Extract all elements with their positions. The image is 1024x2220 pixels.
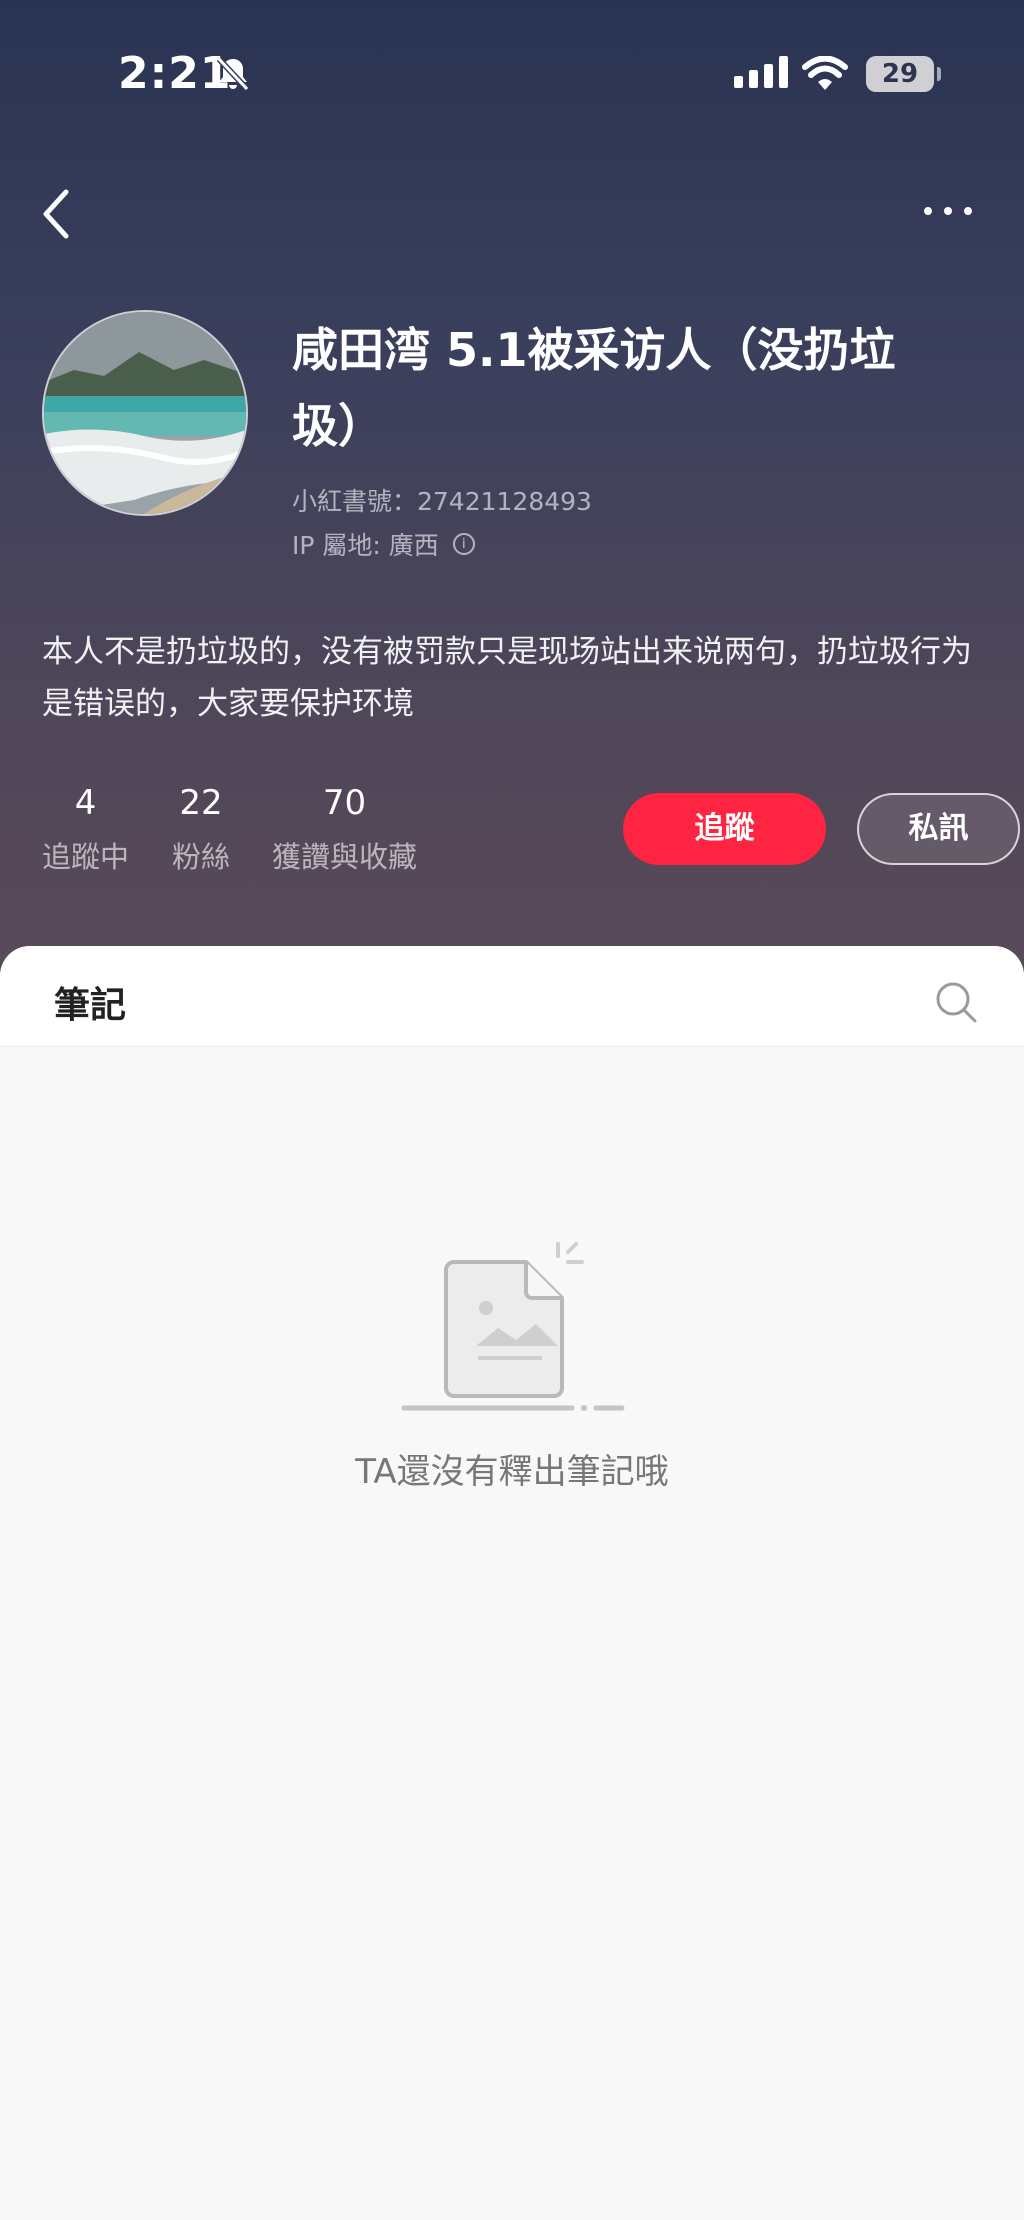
stat-likes-count: 70 (322, 783, 367, 823)
ip-location-text: IP 屬地: 廣西 (292, 531, 439, 560)
follow-button[interactable]: 追蹤 (623, 793, 826, 865)
avatar[interactable] (42, 310, 248, 516)
battery-tip (937, 67, 941, 81)
search-icon[interactable] (934, 980, 978, 1024)
profile-name: 咸田湾 5.1被采访人（没扔垃圾） (292, 323, 896, 453)
stat-following[interactable]: 4 追蹤中 (42, 778, 129, 882)
beach-photo (44, 312, 246, 514)
empty-notes-icon (401, 1242, 625, 1411)
empty-state-text: TA還沒有釋出筆記哦 (355, 1452, 669, 1492)
profile-bio: 本人不是扔垃圾的，没有被罚款只是现场站出来说两句，扔垃圾行为是错误的，大家要保护… (42, 634, 972, 722)
stat-likes-collects[interactable]: 70 獲讚與收藏 (272, 778, 417, 882)
more-options-button[interactable] (924, 196, 984, 226)
stat-followers-count: 22 (179, 783, 223, 823)
ellipsis-icon (924, 207, 932, 215)
stat-following-count: 4 (74, 783, 97, 823)
status-time: 2:21 (118, 48, 232, 99)
stat-followers[interactable]: 22 粉絲 (172, 778, 230, 882)
battery-icon: 29 (866, 56, 934, 92)
message-button[interactable]: 私訊 (857, 793, 1020, 865)
back-button[interactable] (36, 186, 76, 242)
wifi-icon (802, 56, 848, 90)
notes-panel: 筆記 (0, 946, 1024, 2220)
tab-bar: 筆記 (0, 946, 1024, 1047)
stat-following-label: 追蹤中 (42, 840, 130, 874)
user-id[interactable]: 小紅書號：27421128493 (292, 482, 592, 518)
stat-followers-label: 粉絲 (172, 840, 231, 874)
info-icon[interactable]: i (452, 533, 475, 555)
ip-location: IP 屬地: 廣西 i (292, 526, 475, 562)
cellular-signal-icon (734, 56, 788, 88)
tab-notes[interactable]: 筆記 (54, 976, 126, 1028)
bell-slash-icon (216, 56, 250, 92)
stat-likes-label: 獲讚與收藏 (272, 840, 418, 874)
profile-header: 2:21 29 咸田湾 5.1被采访人（没扔垃圾） 小紅書號：274211284… (0, 0, 1024, 990)
